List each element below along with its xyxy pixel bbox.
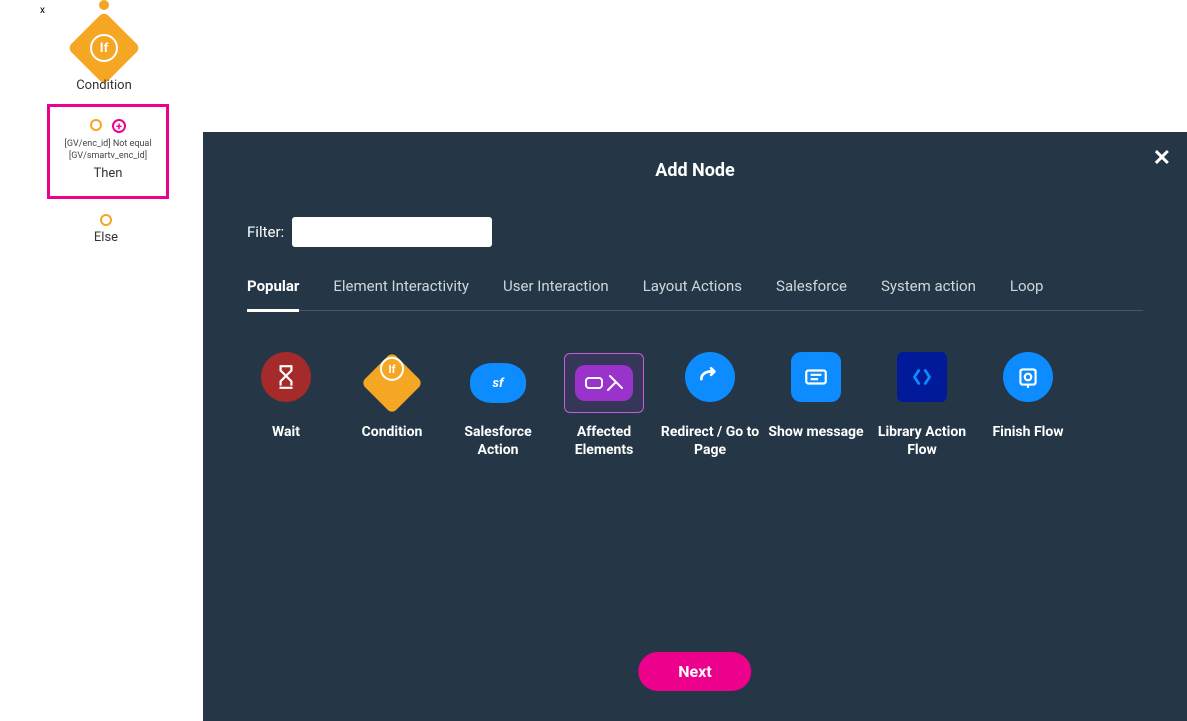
- condition-glyph: If: [90, 34, 118, 62]
- tabs: Popular Element Interactivity User Inter…: [247, 277, 1143, 311]
- flow-connector-dot: [99, 0, 109, 10]
- modal-title: Add Node: [203, 132, 1187, 181]
- library-icon: [897, 352, 947, 402]
- flow-close-x[interactable]: x: [40, 5, 45, 16]
- node-label: Salesforce Action: [445, 423, 551, 459]
- node-redirect[interactable]: Redirect / Go to Page: [657, 353, 763, 459]
- then-expression: [GV/enc_id] Not equal [GV/smartv_enc_id]: [50, 139, 166, 162]
- condition-icon: If: [361, 352, 423, 414]
- node-label: Redirect / Go to Page: [657, 423, 763, 459]
- else-hollow-connector[interactable]: [100, 214, 112, 226]
- add-node-modal: ✕ Add Node Filter: Popular Element Inter…: [203, 132, 1187, 721]
- else-label: Else: [0, 230, 212, 245]
- tab-element-interactivity[interactable]: Element Interactivity: [333, 277, 469, 310]
- redirect-icon: [685, 352, 735, 402]
- add-node-icon[interactable]: +: [112, 119, 126, 133]
- flow-node-condition[interactable]: If: [78, 22, 130, 74]
- cloud-icon: sf: [470, 363, 526, 403]
- node-wait[interactable]: Wait: [233, 353, 339, 459]
- tab-layout-actions[interactable]: Layout Actions: [643, 277, 742, 310]
- elements-icon: [575, 365, 633, 401]
- filter-row: Filter:: [247, 217, 1187, 247]
- node-condition[interactable]: If Condition: [339, 353, 445, 459]
- tab-user-interaction[interactable]: User Interaction: [503, 277, 609, 310]
- diamond-icon: If: [67, 11, 141, 85]
- node-grid: Wait If Condition sf Salesforce Action A…: [233, 353, 1157, 459]
- message-icon: [791, 352, 841, 402]
- node-label: Show message: [763, 423, 869, 441]
- tab-system-action[interactable]: System action: [881, 277, 976, 310]
- node-label: Wait: [233, 423, 339, 441]
- tab-salesforce[interactable]: Salesforce: [776, 277, 847, 310]
- node-label: Library Action Flow: [869, 423, 975, 459]
- node-affected-elements[interactable]: Affected Elements: [551, 353, 657, 459]
- node-library-action-flow[interactable]: Library Action Flow: [869, 353, 975, 459]
- then-label: Then: [50, 166, 166, 181]
- filter-label: Filter:: [247, 223, 284, 241]
- flow-branch-then[interactable]: + [GV/enc_id] Not equal [GV/smartv_enc_i…: [47, 104, 169, 199]
- tab-loop[interactable]: Loop: [1010, 277, 1044, 310]
- node-label: Affected Elements: [551, 423, 657, 459]
- node-finish-flow[interactable]: Finish Flow: [975, 353, 1081, 459]
- filter-input[interactable]: [292, 217, 492, 247]
- close-button[interactable]: ✕: [1153, 146, 1171, 171]
- then-controls: +: [50, 119, 166, 133]
- node-show-message[interactable]: Show message: [763, 353, 869, 459]
- flow-condition-label: Condition: [0, 78, 208, 93]
- node-salesforce-action[interactable]: sf Salesforce Action: [445, 353, 551, 459]
- wait-icon: [261, 352, 311, 402]
- then-hollow-connector[interactable]: [90, 119, 102, 131]
- finish-icon: [1003, 352, 1053, 402]
- tab-popular[interactable]: Popular: [247, 277, 299, 312]
- next-button[interactable]: Next: [638, 652, 751, 691]
- node-label: Condition: [339, 423, 445, 441]
- node-label: Finish Flow: [975, 423, 1081, 441]
